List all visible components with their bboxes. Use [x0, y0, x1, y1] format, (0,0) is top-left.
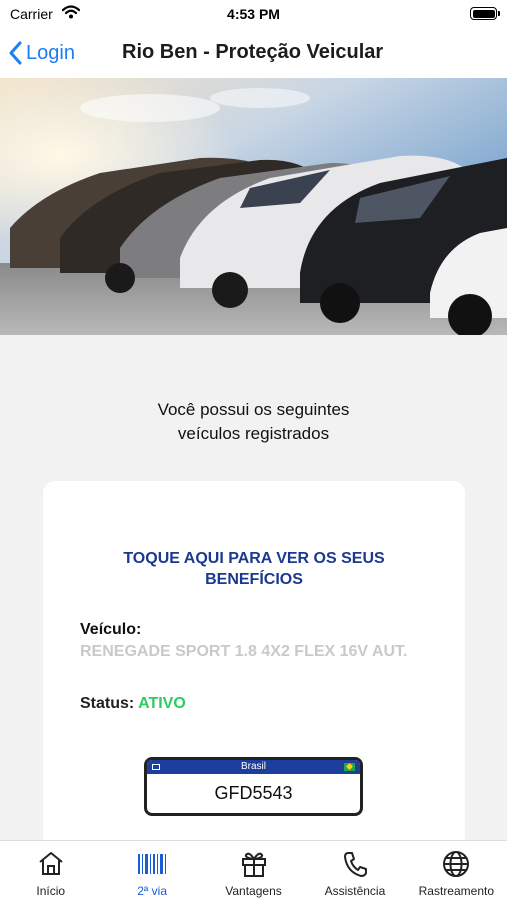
status-row: Status: ATIVO [80, 695, 186, 713]
benefits-line-2: BENEFÍCIOS [205, 571, 303, 588]
tab-segunda-via[interactable]: 2ª via [101, 841, 202, 900]
clock: 4:53 PM [227, 6, 280, 22]
tab-assistencia[interactable]: Assistência [304, 841, 405, 900]
phone-icon [343, 852, 367, 877]
globe-icon [443, 851, 470, 877]
back-button[interactable]: Login [8, 38, 75, 68]
status-value: ATIVO [138, 695, 186, 712]
vehicle-model: RENEGADE SPORT 1.8 4X2 FLEX 16V AUT. [80, 643, 408, 660]
tab-bar: Início 2ª via Vantagens Assistência Rast… [0, 840, 507, 900]
view-benefits-link[interactable]: TOQUE AQUI PARA VER OS SEUS BENEFÍCIOS [43, 548, 465, 590]
page-title: Rio Ben - Proteção Veicular [122, 41, 384, 63]
brazil-flag-icon [344, 763, 355, 771]
vehicles-intro-text: Você possui os seguintes veículos regist… [0, 398, 507, 446]
plate-country: Brasil [240, 761, 266, 772]
plate-number: GFD5543 [214, 783, 293, 803]
hero-image [0, 78, 507, 335]
navigation-bar: Login Rio Ben - Proteção Veicular [0, 30, 507, 78]
plate-band: Brasil [147, 760, 360, 774]
license-plate: Brasil GFD5543 [144, 757, 363, 816]
tab-label: Início [36, 884, 66, 898]
tab-label: Vantagens [225, 884, 282, 898]
vehicle-label: Veículo: [80, 621, 142, 638]
tab-inicio[interactable]: Início [0, 841, 101, 900]
intro-line-2: veículos registrados [177, 424, 330, 443]
back-label: Login [26, 41, 75, 64]
intro-line-1: Você possui os seguintes [157, 400, 350, 419]
benefits-line-1: TOQUE AQUI PARA VER OS SEUS [123, 550, 385, 567]
tab-vantagens[interactable]: Vantagens [203, 841, 304, 900]
chevron-left-icon [9, 41, 22, 65]
tab-label: Assistência [324, 884, 386, 898]
vehicle-card[interactable]: TOQUE AQUI PARA VER OS SEUS BENEFÍCIOS V… [43, 481, 465, 861]
barcode-icon [138, 854, 167, 874]
battery-icon [470, 7, 500, 20]
tab-label: 2ª via [137, 884, 167, 898]
tab-rastreamento[interactable]: Rastreamento [406, 841, 507, 900]
tab-label: Rastreamento [418, 884, 495, 898]
home-icon [39, 852, 63, 875]
status-bar: Carrier 4:53 PM [0, 0, 507, 30]
status-label: Status: [80, 695, 135, 712]
gift-icon [241, 852, 266, 877]
